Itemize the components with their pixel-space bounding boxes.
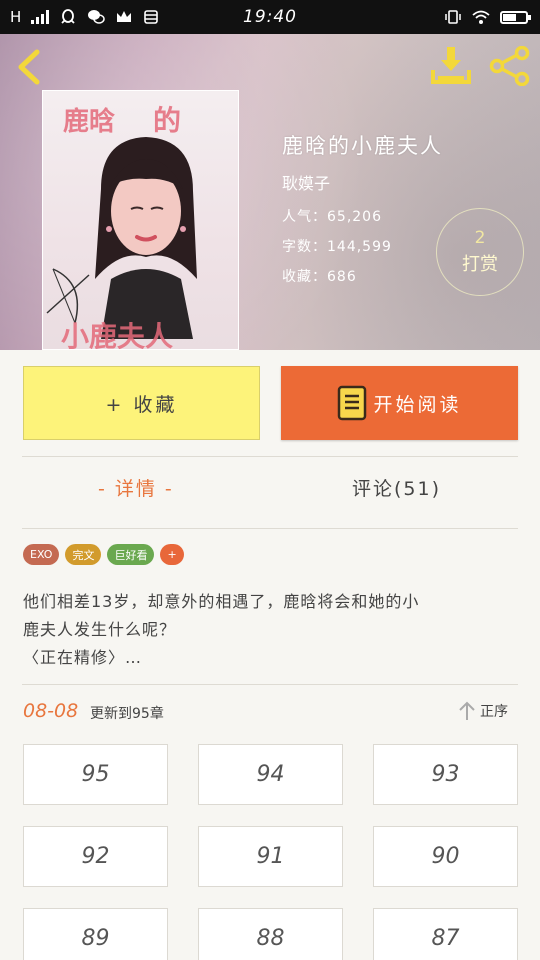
book-cover[interactable]: 鹿晗 的 小鹿夫人 [42,90,239,350]
cover-portrait [95,137,197,339]
share-icon[interactable] [488,46,532,86]
add-favorite-label: + 收藏 [105,393,178,416]
chapter-button[interactable]: 89 [23,908,168,960]
download-icon[interactable] [430,44,472,86]
wifi-icon [472,10,490,24]
crown-icon [117,11,132,22]
book-header: 鹿晗 的 小鹿夫人 鹿晗的小鹿夫人 耿嫫子 人气：65,206 字数：144,5… [0,34,540,350]
book-info: 鹿晗的小鹿夫人 耿嫫子 人气：65,206 字数：144,599 收藏：686 [282,130,443,296]
chapter-button[interactable]: 91 [198,826,343,887]
back-icon[interactable] [12,48,48,86]
storage-icon [144,10,159,24]
add-tag-button[interactable]: + [160,544,184,565]
qq-icon [61,9,75,24]
chapter-button[interactable]: 95 [23,744,168,805]
chapter-button[interactable]: 92 [23,826,168,887]
chapter-button[interactable]: 90 [373,826,518,887]
chapter-button[interactable]: 93 [373,744,518,805]
book-author[interactable]: 耿嫫子 [282,170,443,194]
divider [22,528,518,529]
status-bar: H 19:40 [0,0,540,34]
network-type: H [10,8,22,26]
wechat-icon [88,10,106,24]
start-reading-label: 开始阅读 [373,393,462,416]
tip-button[interactable]: 2 打赏 [436,208,524,296]
sort-toggle[interactable]: 正序 [458,701,508,721]
divider [22,456,518,457]
tag-completed[interactable]: 完文 [65,544,102,565]
update-info: 更新到95章 [90,706,164,722]
battery-icon [500,10,531,24]
description-line: 鹿夫人发生什么呢？ [23,620,177,639]
chapter-button[interactable]: 94 [198,744,343,805]
cover-title-3: 小鹿夫人 [61,320,174,350]
book-title: 鹿晗的小鹿夫人 [282,134,443,158]
favorites-stat: 收藏：686 [282,269,357,285]
sort-label: 正序 [480,704,508,720]
tip-label: 打赏 [462,254,498,275]
signal-icon [31,10,50,24]
description-line: 他们相差13岁，却意外的相遇了，鹿晗将会和她的小 [23,592,420,611]
book-icon [338,385,367,421]
tip-count: 2 [474,228,486,248]
arrow-up-icon [459,701,475,720]
tab-comments[interactable]: 评论(51) [352,474,441,501]
tag-exo[interactable]: EXO [23,544,60,565]
vibrate-icon [445,10,461,24]
word-count-stat: 字数：144,599 [282,239,392,255]
tag-great[interactable]: 巨好看 [107,544,155,565]
divider [22,684,518,685]
chapter-button[interactable]: 87 [373,908,518,960]
description-line: 〈正在精修〉… [23,648,143,667]
start-reading-button[interactable]: 开始阅读 [281,366,518,440]
book-description[interactable]: 他们相差13岁，却意外的相遇了，鹿晗将会和她的小 鹿夫人发生什么呢？ 〈正在精修… [23,588,517,672]
tag-list: EXO 完文 巨好看 + [23,544,184,565]
update-date: 08-08 [23,700,79,722]
tab-details[interactable]: - 详情 - [98,474,174,501]
add-favorite-button[interactable]: + 收藏 [23,366,260,440]
popularity-stat: 人气：65,206 [282,209,382,225]
chapter-button[interactable]: 88 [198,908,343,960]
